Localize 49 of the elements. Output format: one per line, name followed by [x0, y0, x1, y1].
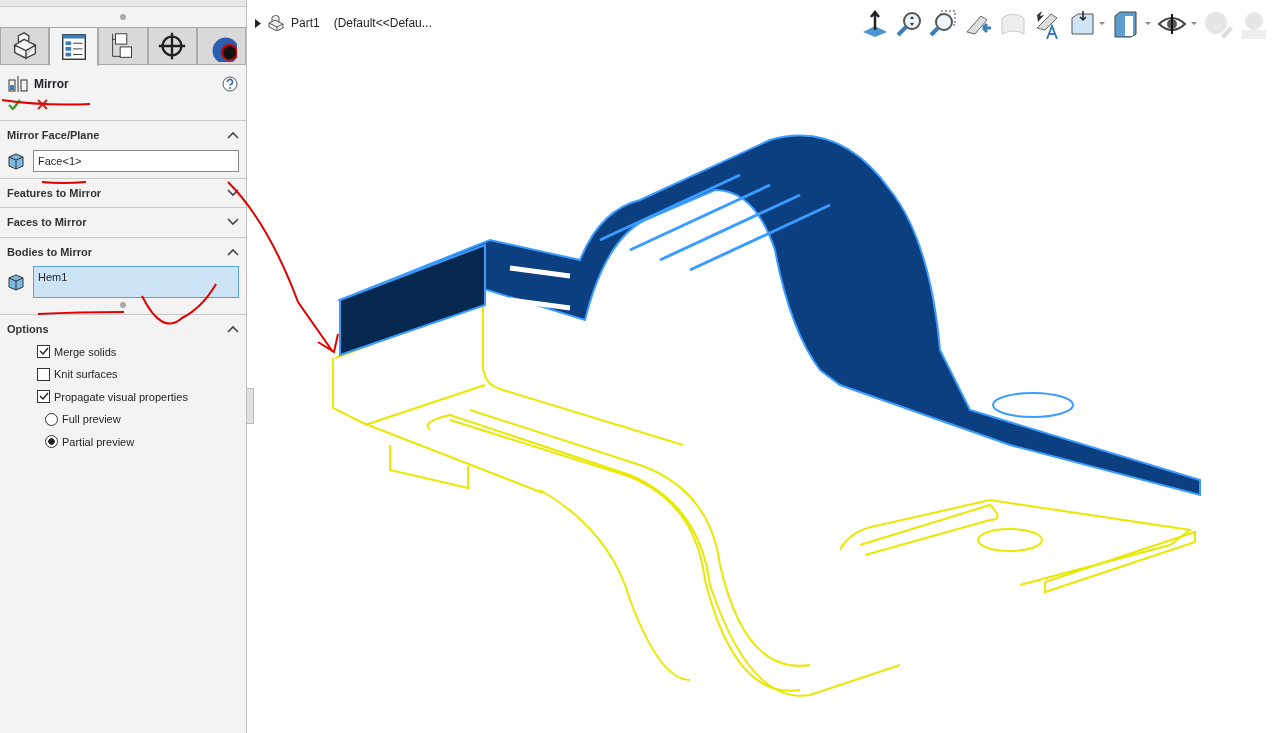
checkbox[interactable]: [37, 367, 50, 381]
resize-grip-icon[interactable]: [120, 302, 126, 308]
expand-arrow-icon[interactable]: [255, 18, 261, 28]
zoom-to-fit-icon[interactable]: [895, 10, 923, 38]
option-label: Partial preview: [62, 434, 135, 450]
section-title: Bodies to Mirror: [7, 244, 92, 260]
help-icon[interactable]: [222, 76, 238, 92]
section-title: Options: [7, 322, 49, 337]
selection-field[interactable]: Hem1: [33, 266, 239, 298]
checkbox[interactable]: [37, 390, 50, 404]
view-orientation-icon[interactable]: [1069, 10, 1105, 38]
option-label: Full preview: [62, 412, 121, 427]
panel-collapse-handle[interactable]: [246, 388, 254, 424]
section-title: Mirror Face/Plane: [7, 128, 100, 143]
section-title: Features to Mirror: [7, 185, 102, 201]
check-mark-icon: [38, 347, 49, 357]
ok-check-icon[interactable]: [8, 99, 21, 110]
selection-field[interactable]: Face<1>: [33, 149, 239, 172]
collapse-chevron-icon[interactable]: [227, 131, 239, 140]
view-normal-icon[interactable]: [861, 10, 889, 38]
cancel-x-icon[interactable]: [37, 99, 48, 110]
pen-underline: [41, 181, 87, 184]
option-label: Propagate visual properties: [54, 389, 188, 405]
expand-chevron-icon[interactable]: [227, 188, 239, 197]
zoom-area-icon[interactable]: [929, 10, 957, 38]
checkbox[interactable]: [37, 345, 50, 359]
radio-button[interactable]: [45, 435, 58, 449]
option-label: Merge solids: [54, 344, 117, 360]
display-style-icon[interactable]: [1111, 10, 1151, 38]
expand-chevron-icon[interactable]: [227, 218, 239, 227]
mirror-icon: [8, 76, 28, 92]
option-label: Knit surfaces: [54, 367, 118, 382]
collapse-chevron-icon[interactable]: [227, 247, 239, 256]
panel-tab[interactable]: [196, 27, 246, 64]
part-name[interactable]: Part1: [291, 14, 320, 32]
feature-title: Mirror: [34, 76, 70, 93]
panel-tab[interactable]: [0, 27, 50, 64]
part-icon: [267, 15, 285, 31]
collapse-chevron-icon[interactable]: [227, 325, 239, 334]
section-title: Faces to Mirror: [7, 215, 87, 230]
panel-tab[interactable]: [98, 27, 148, 64]
panel-tab[interactable]: [147, 27, 197, 64]
cube-icon: [7, 151, 25, 170]
panel-tab[interactable]: [49, 27, 99, 66]
radio-button[interactable]: [45, 412, 58, 426]
check-mark-icon: [38, 392, 49, 402]
splitter-grip-icon[interactable]: [120, 14, 126, 20]
cube-icon: [7, 273, 25, 291]
configuration-label: (Default<<Defau...: [333, 15, 432, 32]
